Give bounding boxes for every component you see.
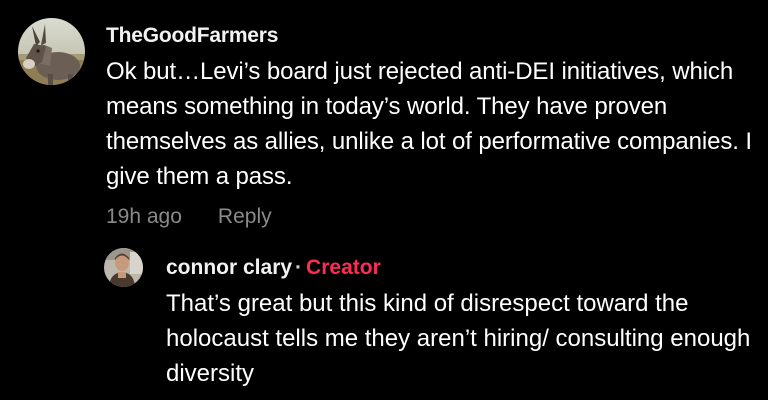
comment-text: Ok but…Levi’s board just rejected anti-D… xyxy=(106,58,753,190)
commenter-username[interactable]: TheGoodFarmers xyxy=(106,22,756,50)
reply-text: That’s great but this kind of disrespect… xyxy=(166,290,751,387)
reply-avatar[interactable] xyxy=(104,248,143,287)
creator-badge: Creator xyxy=(306,256,381,279)
reply-button[interactable]: Reply xyxy=(218,204,272,230)
person-avatar-icon xyxy=(104,248,143,287)
separator-dot: · xyxy=(295,256,303,279)
donkey-avatar-icon xyxy=(18,18,85,85)
reply-username[interactable]: connor clary xyxy=(166,256,292,279)
commenter-avatar[interactable] xyxy=(18,18,85,85)
comment-body: TheGoodFarmers Ok but…Levi’s board just … xyxy=(106,22,756,230)
reply-header: connor clary · Creator xyxy=(166,254,756,282)
comment-meta: 19h ago Reply xyxy=(106,204,756,230)
reply-body: connor clary · Creator That’s great but th… xyxy=(166,254,756,391)
comment-timestamp: 19h ago xyxy=(106,205,182,228)
